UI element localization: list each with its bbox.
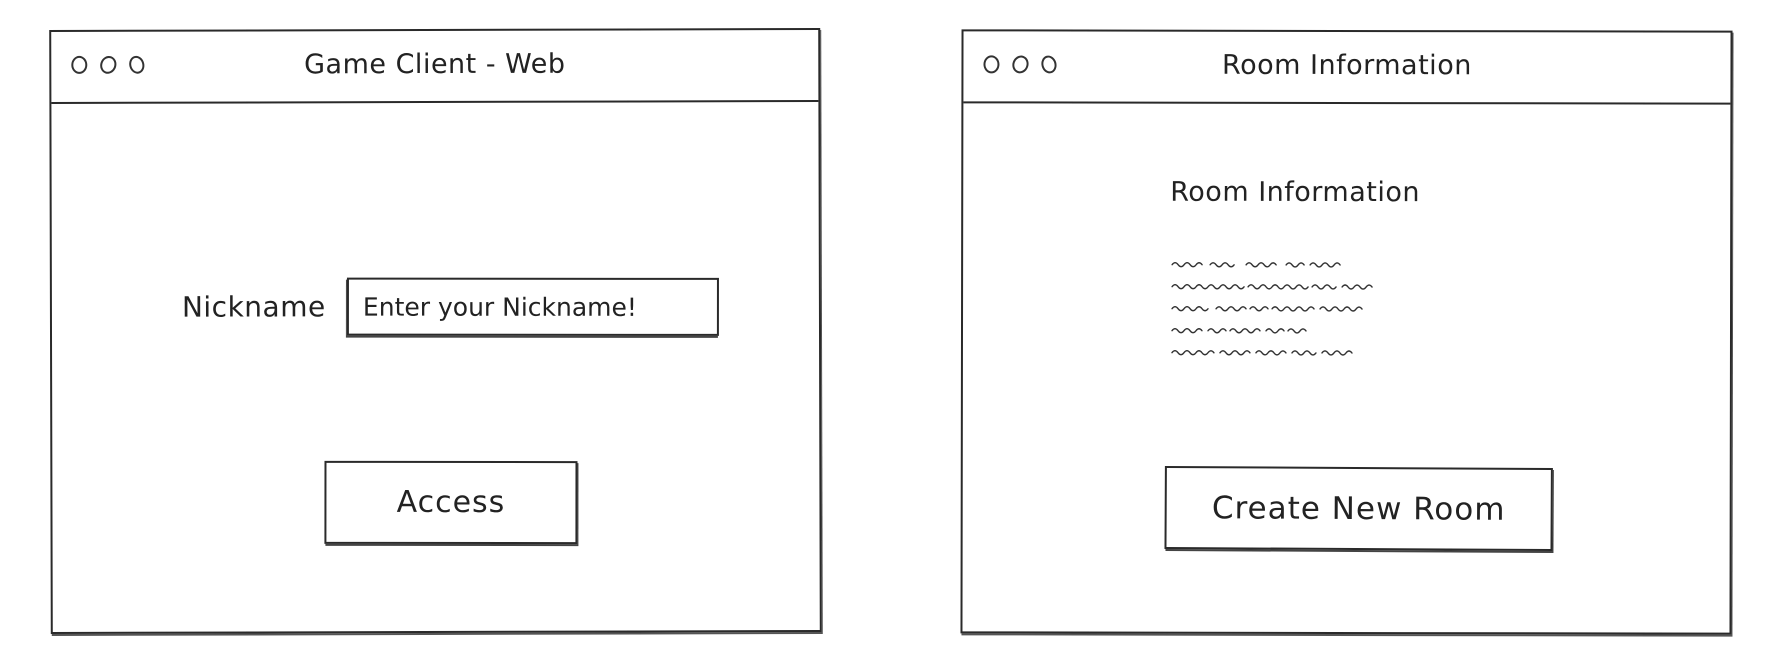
login-window: Game Client - Web Nickname Access (49, 27, 822, 635)
room-window-titlebar: Room Information (963, 31, 1731, 105)
create-new-room-button[interactable]: Create New Room (1164, 466, 1553, 552)
login-window-title: Game Client - Web (304, 48, 566, 81)
room-window: Room Information Room Information Create… (960, 29, 1733, 635)
nickname-input[interactable] (346, 277, 719, 336)
room-info-heading: Room Information (1170, 176, 1421, 209)
login-window-titlebar: Game Client - Web (51, 29, 819, 105)
placeholder-text-scribble (1171, 262, 1373, 356)
nickname-label: Nickname (181, 290, 326, 324)
room-window-title: Room Information (1222, 49, 1472, 82)
access-button[interactable]: Access (324, 460, 578, 545)
